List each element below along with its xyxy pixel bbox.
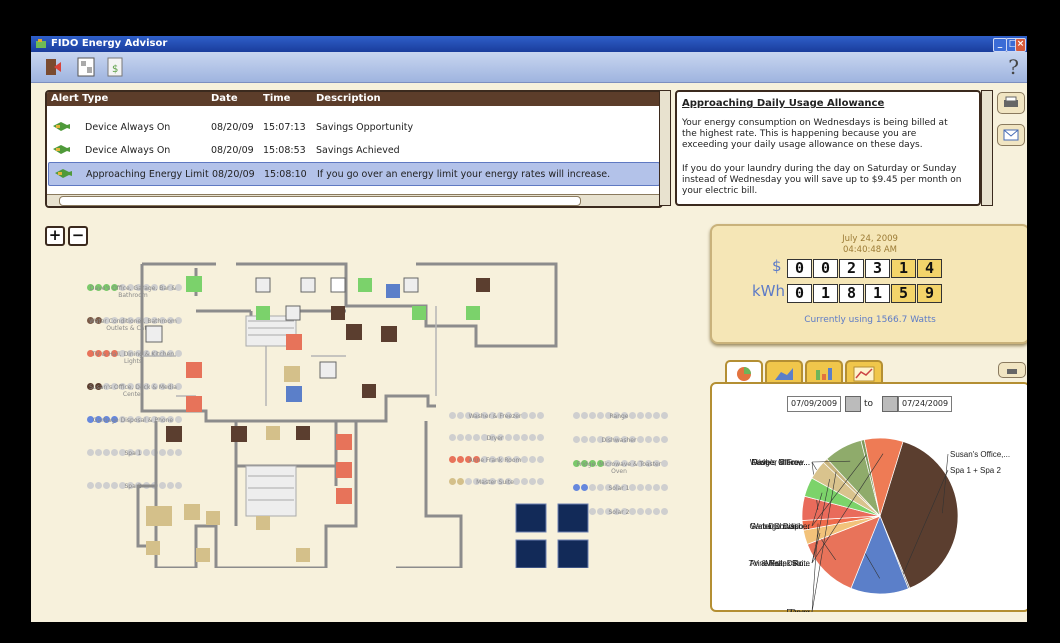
digit: 0 <box>787 259 812 278</box>
printer-icon <box>1004 96 1018 107</box>
toolbar: $ ? <box>31 52 1027 83</box>
alert-desc: Savings Opportunity <box>316 122 414 133</box>
digit: 0 <box>787 284 812 303</box>
from-date-input[interactable]: 07/09/2009 <box>787 396 842 412</box>
alert-time: 15:08:10 <box>264 169 307 180</box>
col-date[interactable]: Date <box>211 93 238 104</box>
col-description[interactable]: Description <box>316 93 381 104</box>
zoom-in-button[interactable]: + <box>45 226 65 246</box>
alert-desc: Savings Achieved <box>316 145 400 156</box>
close-button[interactable]: × <box>1015 38 1026 52</box>
alert-type: Device Always On <box>85 145 171 156</box>
svg-text:$: $ <box>112 64 118 75</box>
bill-icon[interactable]: $ <box>104 56 126 78</box>
alert-time: 15:08:53 <box>263 145 306 156</box>
meter-date: July 24, 2009 <box>842 234 898 244</box>
pie-label: Dishwasher <box>768 522 810 531</box>
table-row[interactable]: Device Always On 08/20/09 15:07:13 Savin… <box>47 116 657 138</box>
plug-icon <box>55 169 72 178</box>
table-row[interactable]: Device Always On 08/20/09 15:08:53 Savin… <box>47 139 657 161</box>
alert-time: 15:07:13 <box>263 122 306 133</box>
app-icon <box>36 39 46 48</box>
printer-icon <box>1007 369 1017 374</box>
help-icon[interactable]: ? <box>1008 55 1019 79</box>
digit: 1 <box>813 284 838 303</box>
alert-date: 08/20/09 <box>211 145 254 156</box>
digit: 1 <box>865 284 890 303</box>
pie-label: Susan's Office,... <box>950 450 1010 459</box>
alerts-header: Alert Type Date Time Description <box>47 92 661 106</box>
detail-title: Approaching Daily Usage Allowance <box>682 98 885 109</box>
meter-time: 04:40:48 AM <box>842 245 898 255</box>
detail-vertical-scrollbar[interactable] <box>981 90 993 206</box>
alerts-vertical-scrollbar[interactable] <box>659 90 671 206</box>
floor-plan <box>136 262 589 568</box>
digit: 4 <box>917 259 942 278</box>
col-alert-type[interactable]: Alert Type <box>51 93 108 104</box>
digit: 8 <box>839 284 864 303</box>
detail-paragraph-2: If you do your laundry during the day on… <box>682 164 962 196</box>
email-icon <box>1003 129 1019 141</box>
col-time[interactable]: Time <box>263 93 290 104</box>
to-label: to <box>864 399 874 409</box>
zoom-out-button[interactable]: − <box>68 226 88 246</box>
digit: 0 <box>813 259 838 278</box>
floorplan-icon[interactable] <box>75 56 97 78</box>
print-button[interactable] <box>997 92 1025 114</box>
minimize-button[interactable]: _ <box>993 38 1007 52</box>
pie-label: Range <box>786 608 810 612</box>
alert-date: 08/20/09 <box>211 122 254 133</box>
app-window: FIDO Energy Advisor _ □ × $ ? Alert Type… <box>31 36 1027 622</box>
digit: 5 <box>891 284 916 303</box>
calendar-icon[interactable] <box>845 396 861 412</box>
plug-icon <box>53 122 70 131</box>
horizontal-scrollbar[interactable] <box>47 194 661 206</box>
plug-icon <box>53 145 70 154</box>
alert-date: 08/20/09 <box>212 169 255 180</box>
energy-meter: July 24, 2009 04:40:48 AM $ 002314 kWh 0… <box>710 224 1027 344</box>
digit: 3 <box>865 259 890 278</box>
digit: 9 <box>917 284 942 303</box>
calendar-icon[interactable] <box>882 396 898 412</box>
kwh-counter: 018159 <box>787 283 943 303</box>
pie-label: Anne Frank Ro... <box>750 559 810 568</box>
alert-type: Approaching Energy Limit <box>86 169 209 180</box>
alerts-table: Alert Type Date Time Description Device … <box>45 90 663 208</box>
window-title: FIDO Energy Advisor <box>51 38 168 49</box>
to-date-input[interactable]: 07/24/2009 <box>898 396 953 412</box>
kwh-unit: kWh <box>752 282 786 300</box>
alert-desc: If you go over an energy limit your ener… <box>317 169 611 180</box>
usage-pie-chart: Susan's Office,...Spa 1 + Spa 2Washer & … <box>749 437 1010 612</box>
title-bar: FIDO Energy Advisor _ □ × <box>31 36 1027 52</box>
digit: 2 <box>839 259 864 278</box>
chart-print-button[interactable] <box>998 362 1026 378</box>
alert-type: Device Always On <box>85 122 171 133</box>
digit: 1 <box>891 259 916 278</box>
email-button[interactable] <box>997 124 1025 146</box>
pie-label: Fridge, Microw... <box>751 458 810 467</box>
exit-door-icon[interactable] <box>41 56 63 78</box>
scrollbar-thumb[interactable] <box>59 196 581 206</box>
dollar-counter: 002314 <box>787 258 943 278</box>
current-usage: Currently using 1566.7 Watts <box>804 315 936 325</box>
pie-label: Spa 1 + Spa 2 <box>950 466 1001 475</box>
table-row-selected[interactable]: Approaching Energy Limit 08/20/09 15:08:… <box>48 162 660 186</box>
detail-paragraph-1: Your energy consumption on Wednesdays is… <box>682 118 948 150</box>
alert-detail-panel: Approaching Daily Usage Allowance Your e… <box>675 90 981 206</box>
dollar-unit: $ <box>772 257 782 275</box>
